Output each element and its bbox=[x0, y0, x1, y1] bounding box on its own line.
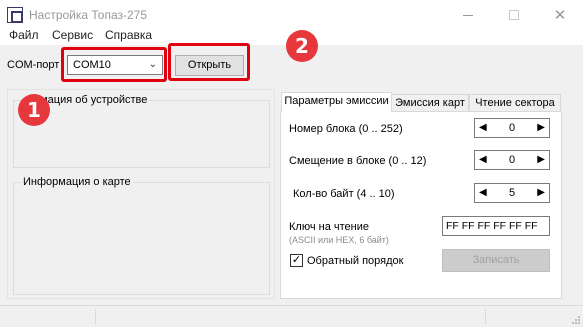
byte-count-value: 5 bbox=[508, 187, 516, 199]
read-key-input[interactable]: FF FF FF FF FF FF bbox=[442, 216, 550, 236]
close-icon: ✕ bbox=[553, 6, 567, 24]
read-key-value: FF FF FF FF FF FF bbox=[446, 220, 538, 232]
menu-file[interactable]: Файл bbox=[9, 26, 39, 44]
block-offset-value: 0 bbox=[508, 154, 516, 166]
com-port-label: COM-порт bbox=[7, 59, 60, 71]
menu-service[interactable]: Сервис bbox=[52, 26, 93, 44]
minimize-icon bbox=[463, 14, 473, 16]
arrow-left-icon[interactable]: ◀ bbox=[479, 122, 487, 133]
highlight-box-1 bbox=[61, 47, 167, 82]
read-key-label: Ключ на чтение bbox=[289, 221, 369, 233]
tab-card-emission[interactable]: Эмиссия карт bbox=[391, 94, 469, 112]
status-bar bbox=[0, 305, 583, 327]
status-segment bbox=[96, 309, 486, 325]
block-number-label: Номер блока (0 .. 252) bbox=[289, 123, 403, 135]
reverse-order-label: Обратный порядок bbox=[307, 255, 404, 267]
device-info-group bbox=[13, 100, 270, 168]
arrow-right-icon[interactable]: ▶ bbox=[537, 154, 545, 165]
byte-count-label: Кол-во байт (4 .. 10) bbox=[293, 188, 395, 200]
block-offset-spinner[interactable]: ◀ 0 ▶ bbox=[474, 150, 550, 170]
byte-count-spinner[interactable]: ◀ 5 ▶ bbox=[474, 183, 550, 203]
device-info-title: рмация об устройстве bbox=[32, 94, 150, 106]
resize-grip-icon[interactable] bbox=[571, 315, 581, 325]
block-offset-label: Смещение в блоке (0 .. 12) bbox=[289, 155, 427, 167]
tab-emission-params[interactable]: Параметры эмиссии bbox=[281, 92, 392, 112]
card-info-title: Информация о карте bbox=[21, 176, 133, 188]
block-number-value: 0 bbox=[508, 122, 516, 134]
arrow-left-icon[interactable]: ◀ bbox=[479, 187, 487, 198]
menu-help[interactable]: Справка bbox=[105, 26, 152, 44]
arrow-left-icon[interactable]: ◀ bbox=[479, 154, 487, 165]
maximize-icon bbox=[509, 10, 519, 20]
app-icon bbox=[7, 7, 23, 23]
window-title: Настройка Топаз-275 bbox=[29, 8, 148, 22]
status-segment bbox=[0, 309, 96, 325]
arrow-right-icon[interactable]: ▶ bbox=[537, 187, 545, 198]
tab-sector-read[interactable]: Чтение сектора bbox=[469, 94, 561, 112]
arrow-right-icon[interactable]: ▶ bbox=[537, 122, 545, 133]
write-button[interactable]: Записать bbox=[442, 249, 550, 272]
highlight-box-2 bbox=[168, 43, 250, 81]
block-number-spinner[interactable]: ◀ 0 ▶ bbox=[474, 118, 550, 138]
annotation-badge-1: 1 bbox=[18, 94, 50, 126]
annotation-badge-2: 2 bbox=[286, 30, 318, 62]
reverse-order-checkbox[interactable]: ✓ bbox=[290, 254, 303, 267]
card-info-group bbox=[13, 182, 270, 295]
read-key-hint: (ASCII или HEX, 6 байт) bbox=[289, 235, 389, 245]
